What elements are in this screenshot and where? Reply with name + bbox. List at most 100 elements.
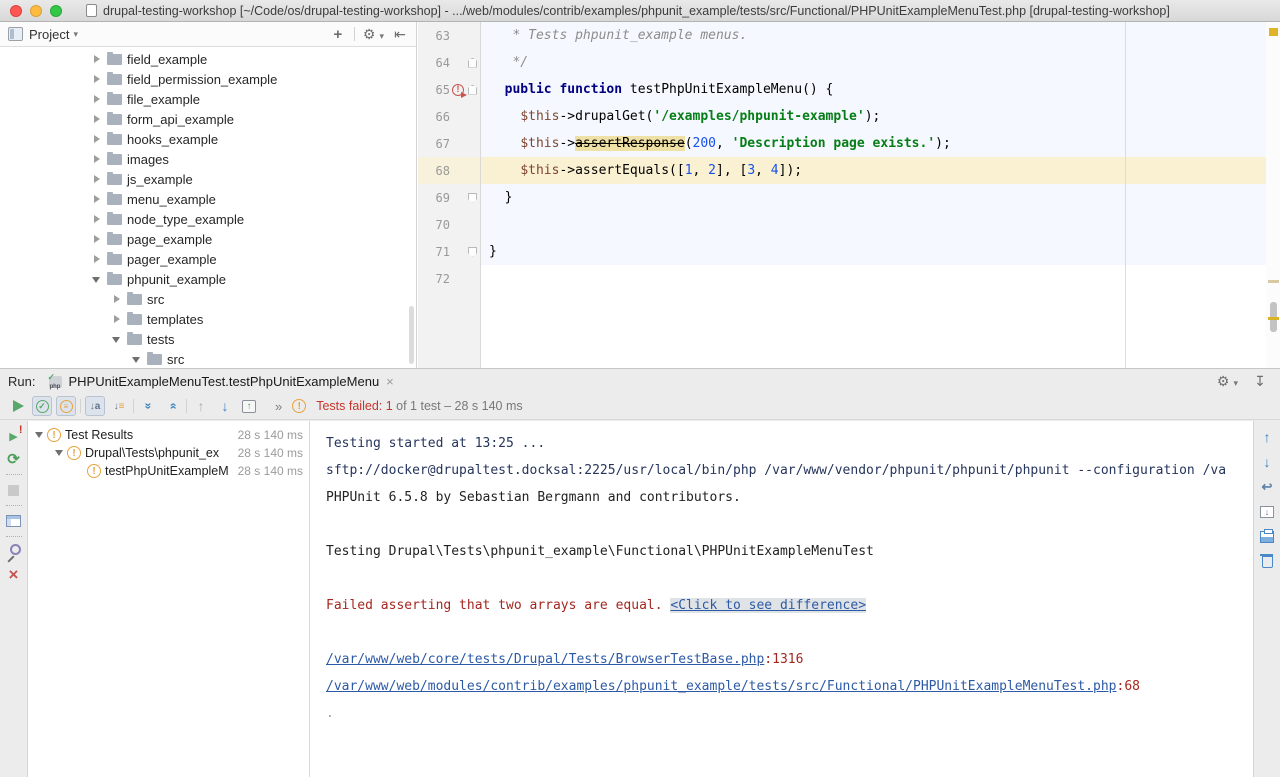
run-tab[interactable]: ✓php PHPUnitExampleMenuTest.testPhpUnitE…: [43, 372, 397, 391]
chevron-right-icon[interactable]: [91, 193, 103, 205]
chevron-right-icon[interactable]: [91, 73, 103, 85]
editor-line[interactable]: 65! public function testPhpUnitExampleMe…: [418, 76, 1280, 103]
editor-gutter[interactable]: 71: [418, 238, 481, 265]
test-tree-item[interactable]: !testPhpUnitExampleM28 s 140 ms: [28, 462, 309, 480]
settings-gear-icon[interactable]: ▾: [1217, 373, 1238, 390]
close-button[interactable]: [6, 567, 22, 583]
project-tree-item[interactable]: file_example: [0, 89, 416, 109]
run-button[interactable]: [8, 396, 28, 416]
code-line[interactable]: }: [481, 184, 1280, 211]
project-tree-item[interactable]: hooks_example: [0, 129, 416, 149]
chevron-right-icon[interactable]: [91, 53, 103, 65]
chevron-down-icon[interactable]: [131, 353, 143, 365]
settings-gear-icon[interactable]: ▾: [363, 26, 384, 43]
fold-marker-icon[interactable]: [468, 193, 477, 203]
chevron-down-icon[interactable]: [91, 273, 103, 285]
scroll-down-button[interactable]: ↓: [1259, 454, 1275, 470]
editor-line[interactable]: 72: [418, 265, 1280, 292]
code-line[interactable]: $this->assertResponse(200, 'Description …: [481, 130, 1280, 157]
minimize-window-button[interactable]: [30, 5, 42, 17]
editor-line[interactable]: 69 }: [418, 184, 1280, 211]
error-stripe-warning-mark-2[interactable]: [1268, 317, 1279, 320]
chevron-more-icon[interactable]: »: [275, 399, 282, 414]
code-line[interactable]: public function testPhpUnitExampleMenu()…: [481, 76, 1280, 103]
code-line[interactable]: $this->assertEquals([1, 2], [3, 4]);: [481, 157, 1280, 184]
next-failed-test-button[interactable]: ↓: [215, 396, 235, 416]
hide-panel-icon[interactable]: [392, 26, 408, 42]
project-tree-item[interactable]: pager_example: [0, 249, 416, 269]
editor-gutter[interactable]: 72: [418, 265, 481, 292]
editor-line[interactable]: 71}: [418, 238, 1280, 265]
fold-marker-icon[interactable]: [468, 58, 477, 68]
editor-line[interactable]: 64 */: [418, 49, 1280, 76]
project-tree-item[interactable]: form_api_example: [0, 109, 416, 129]
close-tab-icon[interactable]: ×: [386, 374, 394, 389]
editor-line[interactable]: 70: [418, 211, 1280, 238]
code-line[interactable]: }: [481, 238, 1280, 265]
console-link[interactable]: /var/www/web/core/tests/Drupal/Tests/Bro…: [326, 652, 764, 667]
scroll-to-end-button[interactable]: ↓: [1259, 504, 1275, 520]
code-editor[interactable]: 63 * Tests phpunit_example menus.64 */65…: [418, 22, 1280, 368]
chevron-right-icon[interactable]: [91, 253, 103, 265]
chevron-right-icon[interactable]: [111, 313, 123, 325]
chevron-right-icon[interactable]: [91, 93, 103, 105]
zoom-window-button[interactable]: [50, 5, 62, 17]
chevron-right-icon[interactable]: [91, 233, 103, 245]
project-panel-title[interactable]: Project: [29, 27, 69, 42]
stop-button[interactable]: [6, 482, 22, 498]
project-tree-item[interactable]: menu_example: [0, 189, 416, 209]
sort-alphabetically-button[interactable]: ↓a: [85, 396, 105, 416]
console-link[interactable]: /var/www/web/modules/contrib/examples/ph…: [326, 679, 1117, 694]
project-tree-item[interactable]: src: [0, 289, 416, 309]
clear-all-button[interactable]: [1259, 554, 1275, 570]
project-tree-item[interactable]: page_example: [0, 229, 416, 249]
chevron-right-icon[interactable]: [91, 113, 103, 125]
editor-line[interactable]: 68 $this->assertEquals([1, 2], [3, 4]);: [418, 157, 1280, 184]
close-window-button[interactable]: [10, 5, 22, 17]
editor-gutter[interactable]: 66: [418, 103, 481, 130]
project-tree-item[interactable]: images: [0, 149, 416, 169]
code-line[interactable]: [481, 265, 1280, 292]
code-line[interactable]: $this->drupalGet('/examples/phpunit-exam…: [481, 103, 1280, 130]
chevron-right-icon[interactable]: [91, 153, 103, 165]
project-tree-item[interactable]: field_permission_example: [0, 69, 416, 89]
project-tree-item[interactable]: tests: [0, 329, 416, 349]
code-line[interactable]: [481, 211, 1280, 238]
sort-by-duration-button[interactable]: ↓≡: [109, 396, 129, 416]
chevron-down-icon[interactable]: [111, 333, 123, 345]
rerun-button[interactable]: [6, 451, 22, 467]
error-stripe-mark[interactable]: [1268, 280, 1279, 283]
show-ignored-toggle[interactable]: ≡: [56, 396, 76, 416]
editor-gutter[interactable]: 68: [418, 157, 481, 184]
show-passed-toggle[interactable]: ✓: [32, 396, 52, 416]
editor-gutter[interactable]: 69: [418, 184, 481, 211]
editor-gutter[interactable]: 64: [418, 49, 481, 76]
hide-panel-icon[interactable]: [1252, 373, 1268, 389]
soft-wrap-button[interactable]: [1259, 479, 1275, 495]
project-tree-item[interactable]: js_example: [0, 169, 416, 189]
chevron-right-icon[interactable]: [91, 213, 103, 225]
restore-layout-button[interactable]: [6, 513, 22, 529]
test-tree-item[interactable]: !Test Results28 s 140 ms: [28, 426, 309, 444]
editor-line[interactable]: 66 $this->drupalGet('/examples/phpunit-e…: [418, 103, 1280, 130]
project-tree-scrollbar[interactable]: [409, 306, 414, 364]
editor-gutter[interactable]: 67: [418, 130, 481, 157]
editor-gutter[interactable]: 63: [418, 22, 481, 49]
code-line[interactable]: * Tests phpunit_example menus.: [481, 22, 1280, 49]
console-link[interactable]: <Click to see difference>: [670, 598, 866, 613]
expand-all-button[interactable]: »: [138, 396, 158, 416]
code-line[interactable]: */: [481, 49, 1280, 76]
editor-gutter[interactable]: 65!: [418, 76, 481, 103]
fold-marker-icon[interactable]: [468, 247, 477, 257]
run-test-failed-icon[interactable]: !: [452, 84, 464, 96]
console-output[interactable]: Testing started at 13:25 ...sftp://docke…: [310, 421, 1253, 777]
chevron-right-icon[interactable]: [111, 293, 123, 305]
locate-file-icon[interactable]: [330, 26, 346, 42]
editor-line[interactable]: 67 $this->assertResponse(200, 'Descripti…: [418, 130, 1280, 157]
project-tree-item[interactable]: templates: [0, 309, 416, 329]
editor-scrollbar-stripe[interactable]: [1266, 22, 1280, 368]
project-tree-item[interactable]: field_example: [0, 49, 416, 69]
rerun-failed-tests-button[interactable]: [6, 428, 22, 444]
scroll-up-button[interactable]: ↑: [1259, 429, 1275, 445]
test-tree-item[interactable]: !Drupal\Tests\phpunit_ex28 s 140 ms: [28, 444, 309, 462]
